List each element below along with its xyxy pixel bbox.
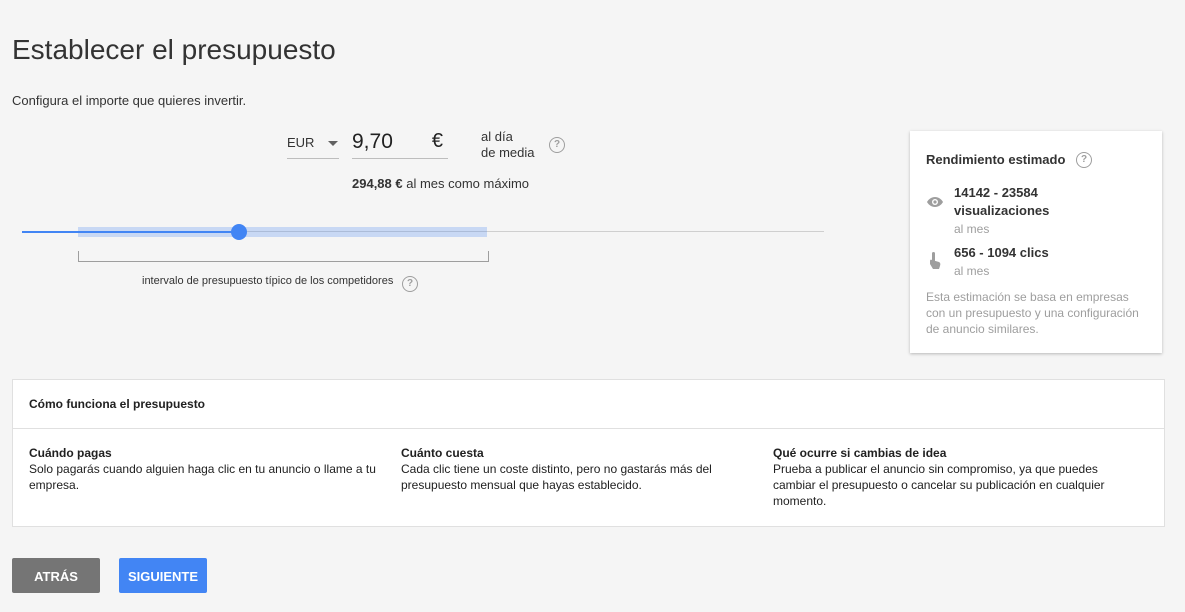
per-day-line2: de media [481,145,535,160]
clicks-period: al mes [954,264,990,278]
eye-icon [927,197,943,207]
daily-budget-input[interactable]: 9,70 € [352,128,448,159]
page-title: Establecer el presupuesto [12,34,336,65]
info-column-when-pay: Cuándo pagas Solo pagarás cuando alguien… [29,445,389,493]
help-icon[interactable]: ? [549,137,565,153]
budget-slider-handle[interactable] [230,224,247,240]
divider [13,428,1164,429]
monthly-max-text: al mes como máximo [402,176,530,191]
info-heading: Cuánto cuesta [401,446,484,460]
info-heading: Cuándo pagas [29,446,112,460]
info-text: Cada clic tiene un coste distinto, pero … [401,462,712,492]
clicks-value: 656 - 1094 clics [954,245,1049,260]
performance-card: Rendimiento estimado ? 14142 - 23584 vis… [910,131,1162,353]
views-period: al mes [954,222,990,236]
chevron-down-icon [328,141,338,146]
info-text: Solo pagarás cuando alguien haga clic en… [29,462,376,492]
next-button[interactable]: SIGUIENTE [119,558,207,593]
performance-title: Rendimiento estimado [926,152,1066,167]
page-subtitle: Configura el importe que quieres inverti… [12,93,247,108]
monthly-max: 294,88 € al mes como máximo [352,176,529,191]
help-icon[interactable]: ? [1076,152,1092,168]
per-day-line1: al día [481,129,513,144]
touch-icon [930,252,941,269]
views-value: 14142 - 23584 [954,185,1038,200]
info-heading: Qué ocurre si cambias de idea [773,446,947,460]
info-text: Prueba a publicar el anuncio sin comprom… [773,462,1105,508]
info-column-cost: Cuánto cuesta Cada clic tiene un coste d… [401,445,761,493]
per-day-label: al día de media [481,129,551,161]
currency-value: EUR [287,135,315,150]
monthly-max-amount: 294,88 € [352,176,403,191]
views-label: visualizaciones [954,203,1050,218]
help-icon[interactable]: ? [402,276,418,292]
competitor-range-label: intervalo de presupuesto típico de los c… [142,275,394,287]
budget-slider-fill [22,231,239,233]
how-budget-works-title: Cómo funciona el presupuesto [29,397,206,411]
performance-note: Esta estimación se basa en empresas con … [926,290,1139,336]
currency-select[interactable]: EUR [287,131,339,159]
currency-symbol: € [431,130,443,152]
daily-budget-value: 9,70 [352,130,393,153]
competitor-range-bracket [78,251,490,262]
back-button[interactable]: ATRÁS [12,558,100,593]
info-column-change-mind: Qué ocurre si cambias de idea Prueba a p… [773,445,1143,509]
how-budget-works-panel: Cómo funciona el presupuesto Cuándo paga… [12,379,1165,527]
